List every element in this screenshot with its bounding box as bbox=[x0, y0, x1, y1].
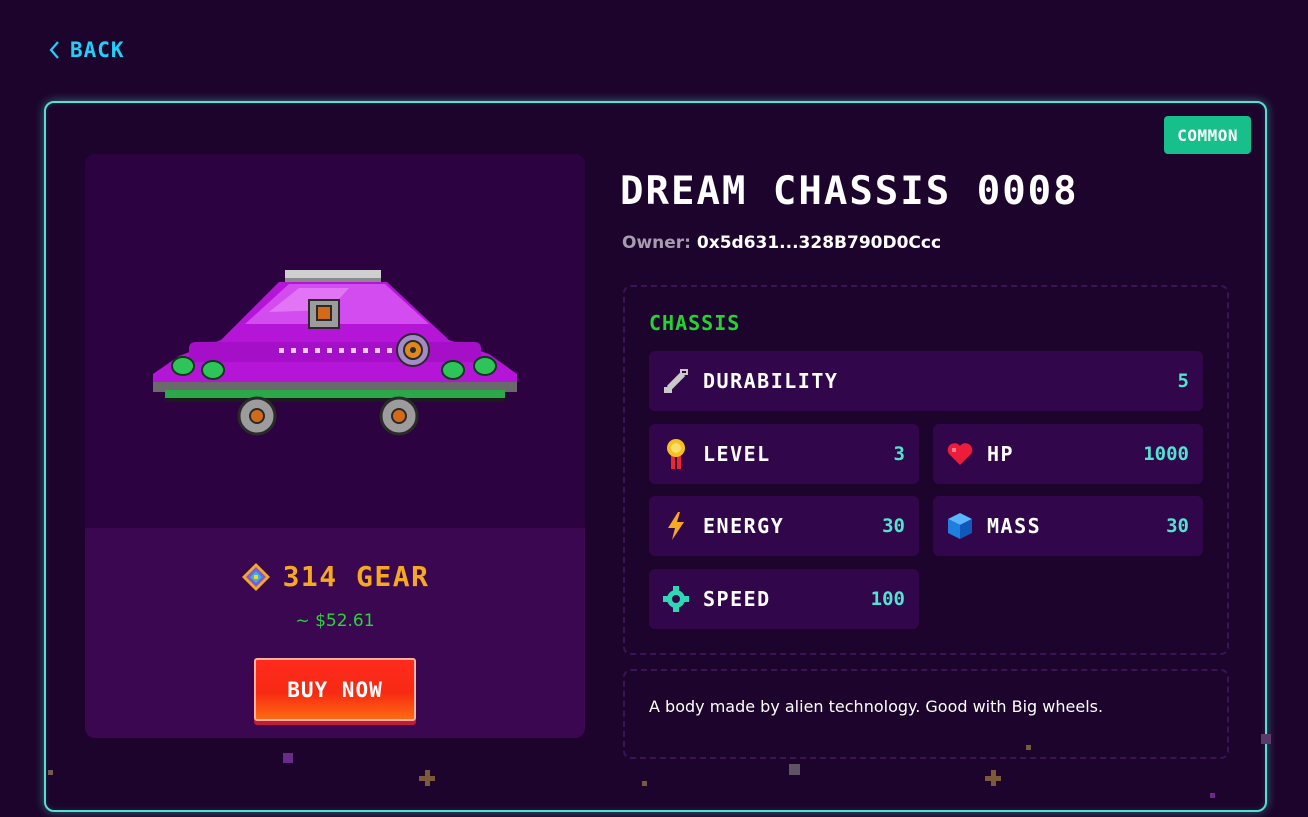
sparkle-decoration bbox=[1210, 793, 1215, 798]
stat-level-value: 3 bbox=[893, 443, 905, 465]
chevron-left-icon bbox=[49, 41, 59, 59]
sparkle-decoration bbox=[1026, 745, 1031, 750]
stat-hp-value: 1000 bbox=[1143, 443, 1189, 465]
item-image-area bbox=[85, 154, 585, 528]
stat-speed-value: 100 bbox=[870, 588, 905, 610]
wrench-icon bbox=[661, 364, 691, 398]
price-usd: ~ $52.61 bbox=[295, 611, 375, 631]
stat-mass-value: 30 bbox=[1166, 515, 1189, 537]
back-button[interactable]: BACK bbox=[48, 38, 125, 62]
stat-durability-label: DURABILITY bbox=[703, 369, 839, 393]
sparkle-decoration bbox=[642, 781, 647, 786]
owner-row: Owner: 0x5d631...328B790D0Ccc bbox=[622, 233, 941, 253]
stat-durability: DURABILITY 5 bbox=[649, 351, 1203, 411]
stat-energy-value: 30 bbox=[882, 515, 905, 537]
stats-panel: CHASSIS DURABILITY 5 LEVEL 3 HP 1000 ENE… bbox=[623, 285, 1229, 655]
stat-durability-value: 5 bbox=[1177, 370, 1189, 392]
heart-icon bbox=[945, 437, 975, 471]
item-description: A body made by alien technology. Good wi… bbox=[623, 669, 1229, 759]
item-media-panel: 314 GEAR ~ $52.61 BUY NOW bbox=[85, 154, 585, 738]
rarity-badge: COMMON bbox=[1164, 116, 1251, 154]
lightning-icon bbox=[661, 509, 691, 543]
item-detail-page: BACK COMMON 314 GEAR ~ $52.61 BUY NOW DR… bbox=[0, 0, 1308, 817]
stat-mass: MASS 30 bbox=[933, 496, 1203, 556]
stat-mass-label: MASS bbox=[987, 514, 1042, 538]
stat-hp: HP 1000 bbox=[933, 424, 1203, 484]
sparkle-decoration bbox=[1261, 734, 1271, 744]
stat-speed: SPEED 100 bbox=[649, 569, 919, 629]
stat-level: LEVEL 3 bbox=[649, 424, 919, 484]
owner-address[interactable]: 0x5d631...328B790D0Ccc bbox=[697, 233, 941, 253]
stat-hp-label: HP bbox=[987, 442, 1015, 466]
stat-energy: ENERGY 30 bbox=[649, 496, 919, 556]
stat-speed-label: SPEED bbox=[703, 587, 771, 611]
medal-icon bbox=[661, 437, 691, 471]
price-amount: 314 GEAR bbox=[282, 560, 430, 593]
chassis-image bbox=[153, 270, 517, 436]
stats-section-title: CHASSIS bbox=[649, 311, 741, 335]
price-row: 314 GEAR bbox=[85, 560, 585, 593]
sparkle-decoration bbox=[985, 770, 1001, 786]
sparkle-decoration bbox=[419, 770, 435, 786]
item-card: COMMON 314 GEAR ~ $52.61 BUY NOW DREAM C… bbox=[44, 101, 1267, 812]
item-title: DREAM CHASSIS 0008 bbox=[620, 169, 1079, 214]
buy-now-button[interactable]: BUY NOW bbox=[254, 658, 416, 721]
stat-level-label: LEVEL bbox=[703, 442, 771, 466]
sparkle-decoration bbox=[48, 770, 53, 775]
cube-icon bbox=[945, 509, 975, 543]
stat-energy-label: ENERGY bbox=[703, 514, 785, 538]
sparkle-decoration bbox=[789, 764, 800, 775]
owner-label: Owner: bbox=[622, 233, 691, 253]
back-label: BACK bbox=[70, 38, 125, 62]
gear-token-icon bbox=[241, 562, 270, 591]
gear-icon bbox=[661, 582, 691, 616]
sparkle-decoration bbox=[283, 753, 293, 763]
